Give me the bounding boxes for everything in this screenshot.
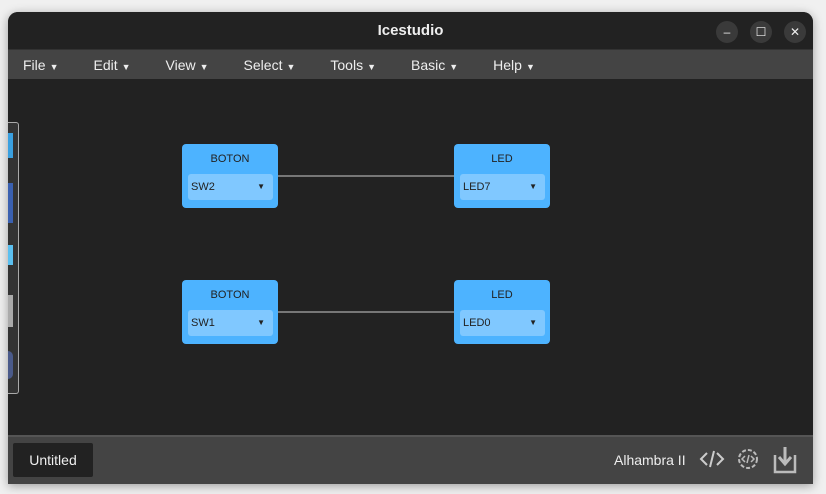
dock-app-icon[interactable]: [8, 183, 13, 223]
dock-app-icon[interactable]: [8, 245, 13, 265]
minimize-button[interactable]: –: [716, 21, 738, 43]
block-title: BOTON: [210, 153, 250, 165]
design-canvas[interactable]: BOTON SW2 ▼ LED LED7 ▼ BOTON SW1 ▼ LED LED0…: [8, 79, 813, 435]
upload-download-icon[interactable]: [772, 445, 798, 475]
build-gear-icon[interactable]: [734, 445, 762, 473]
side-dock[interactable]: [8, 122, 19, 394]
caret-down-icon: ▼: [286, 61, 296, 72]
dock-app-icon[interactable]: [8, 295, 13, 327]
title-bar: Icestudio – ☐ ✕: [8, 12, 813, 49]
caret-down-icon: ▼: [367, 61, 376, 72]
board-selector[interactable]: Alhambra II: [614, 452, 686, 468]
caret-down-icon: ▼: [257, 318, 265, 327]
dock-app-icon[interactable]: [8, 133, 13, 158]
verify-code-icon[interactable]: [698, 445, 726, 473]
pin-select[interactable]: SW2 ▼: [188, 174, 273, 200]
menu-edit[interactable]: Edit ▼: [93, 57, 130, 73]
output-block-led[interactable]: LED LED0 ▼: [454, 280, 550, 344]
output-block-led[interactable]: LED LED7 ▼: [454, 144, 550, 208]
caret-down-icon: ▼: [199, 61, 209, 72]
caret-down-icon: ▼: [449, 61, 459, 72]
menu-file[interactable]: File ▼: [23, 57, 58, 73]
caret-down-icon: ▼: [49, 61, 59, 72]
close-button[interactable]: ✕: [784, 21, 806, 43]
window-title: Icestudio: [377, 22, 444, 39]
caret-down-icon: ▼: [529, 318, 537, 327]
icestudio-window: Icestudio – ☐ ✕ File ▼ Edit ▼ View ▼ Select…: [8, 12, 813, 484]
pin-select[interactable]: SW1 ▼: [188, 310, 273, 336]
caret-down-icon: ▼: [525, 61, 535, 72]
file-tab[interactable]: Untitled: [13, 443, 93, 477]
bottom-bar: Untitled Alhambra II: [8, 435, 813, 484]
input-block-boton[interactable]: BOTON SW1 ▼: [182, 280, 278, 344]
maximize-button[interactable]: ☐: [750, 21, 772, 43]
menu-basic[interactable]: Basic ▼: [411, 57, 458, 73]
menu-bar: File ▼ Edit ▼ View ▼ Select ▼ Tools ▼ Basic ▼ …: [8, 49, 813, 81]
wire[interactable]: [278, 175, 454, 177]
pin-select[interactable]: LED7 ▼: [460, 174, 545, 200]
pin-select[interactable]: LED0 ▼: [460, 310, 545, 336]
block-title: LED: [491, 153, 513, 165]
input-block-boton[interactable]: BOTON SW2 ▼: [182, 144, 278, 208]
menu-tools[interactable]: Tools ▼: [330, 57, 376, 73]
menu-view[interactable]: View ▼: [166, 57, 209, 73]
caret-down-icon: ▼: [529, 182, 537, 191]
caret-down-icon: ▼: [121, 61, 131, 72]
dock-app-icon[interactable]: [8, 351, 13, 379]
wire[interactable]: [278, 311, 454, 313]
block-title: LED: [491, 289, 513, 301]
block-title: BOTON: [210, 289, 250, 301]
caret-down-icon: ▼: [257, 182, 265, 191]
menu-select[interactable]: Select ▼: [244, 57, 296, 73]
menu-help[interactable]: Help ▼: [493, 57, 535, 73]
